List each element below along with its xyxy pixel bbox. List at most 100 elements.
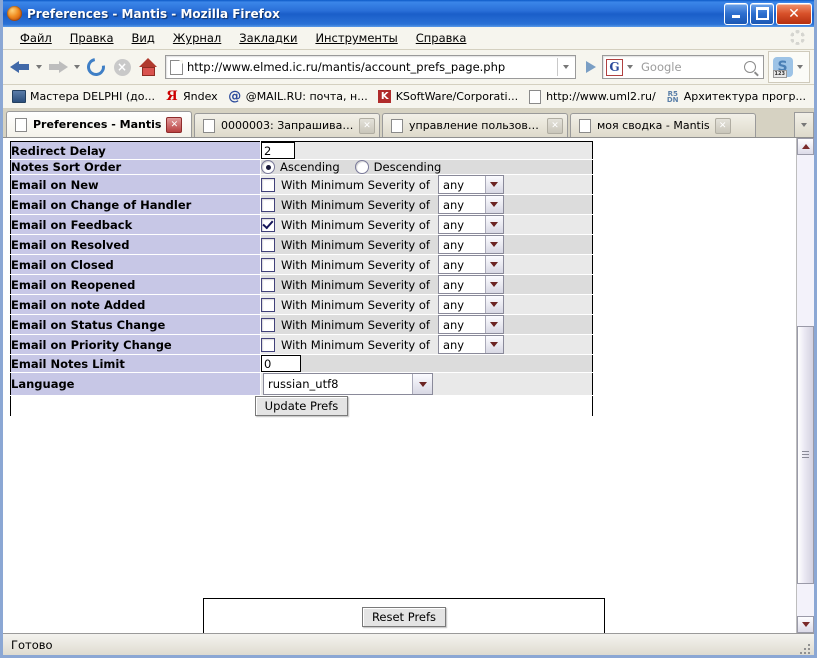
mail-icon: @ — [228, 89, 242, 104]
bookmark-item-ksoftware[interactable]: K KSoftWare/Corporati... — [373, 89, 523, 105]
search-engine-chevron-down-icon[interactable] — [627, 65, 633, 69]
menu-item-file[interactable]: Файл — [11, 29, 61, 47]
tab-label: моя сводка - Mantis — [597, 119, 710, 132]
severity-select-email-on-reopened[interactable]: any — [437, 275, 504, 294]
back-button[interactable] — [7, 54, 33, 80]
close-button[interactable]: ✕ — [776, 2, 812, 25]
address-bar-dropdown[interactable] — [557, 58, 573, 76]
checkbox-email-on-change-of-handler[interactable] — [261, 197, 275, 212]
severity-select-email-on-closed[interactable]: any — [437, 255, 504, 274]
severity-select-email-on-note-added[interactable]: any — [437, 295, 504, 314]
bookmark-item-rsdn[interactable]: R5 DN Архитектура прогр... — [661, 89, 811, 105]
tab-close-icon[interactable]: ✕ — [547, 117, 563, 134]
menu-bar: Файл Правка Вид Журнал Закладки Инструме… — [3, 27, 814, 50]
title-bar-left: Preferences - Mantis - Mozilla Firefox — [7, 6, 724, 21]
search-icon[interactable] — [744, 61, 756, 73]
menu-item-help[interactable]: Справка — [407, 29, 476, 47]
vertical-scrollbar[interactable] — [796, 138, 814, 633]
table-row: Email on Status Change With Minimum Seve… — [10, 314, 593, 335]
home-button[interactable] — [135, 54, 161, 80]
update-prefs-button[interactable]: Update Prefs — [254, 396, 349, 416]
bookmarks-overflow-button[interactable]: » — [811, 89, 814, 104]
checkbox-label: With Minimum Severity of — [281, 297, 430, 312]
menu-item-tools-label: Инструменты — [315, 31, 398, 45]
scroll-up-button[interactable] — [797, 138, 814, 155]
checkbox-email-on-note-added[interactable] — [261, 297, 275, 312]
bookmark-label: @MAIL.RU: почта, н... — [245, 90, 368, 103]
severity-value: any — [442, 217, 465, 232]
checkbox-email-on-feedback[interactable] — [261, 217, 275, 232]
table-row: Email on New With Minimum Severity of an… — [10, 174, 593, 195]
severity-select-email-on-status-change[interactable]: any — [437, 315, 504, 334]
checkbox-email-on-reopened[interactable] — [261, 277, 275, 292]
severity-select-email-on-resolved[interactable]: any — [437, 235, 504, 254]
bookmark-item-yandex[interactable]: Я Яndex — [160, 89, 223, 105]
menu-item-edit[interactable]: Правка — [61, 29, 123, 47]
tab-my-view-mantis[interactable]: моя сводка - Mantis ✕ — [570, 113, 756, 137]
row-value-email-on-resolved: With Minimum Severity of any — [260, 234, 593, 255]
checkbox-email-on-closed[interactable] — [261, 257, 275, 272]
scrollbar-thumb[interactable] — [797, 325, 814, 584]
document-icon — [14, 117, 28, 132]
menu-item-tools[interactable]: Инструменты — [306, 29, 406, 47]
table-row: Email on Closed With Minimum Severity of… — [10, 254, 593, 275]
row-label-email-on-priority-change: Email on Priority Change — [10, 334, 261, 355]
severity-select-email-on-priority-change[interactable]: any — [437, 335, 504, 354]
extension-chevron-down-icon[interactable] — [796, 65, 803, 69]
checkbox-email-on-new[interactable] — [261, 177, 275, 192]
bookmark-item-mailru[interactable]: @ @MAIL.RU: почта, н... — [223, 89, 373, 105]
forward-button[interactable] — [45, 54, 71, 80]
tab-list-button[interactable] — [794, 112, 814, 137]
bookmark-item-delphi[interactable]: Мастера DELPHI (до... — [7, 89, 160, 105]
extension-icon: S — [772, 57, 793, 78]
checkbox-email-on-priority-change[interactable] — [261, 337, 275, 352]
reset-prefs-button[interactable]: Reset Prefs — [361, 607, 447, 627]
address-bar[interactable]: http://www.elmed.ic.ru/mantis/account_pr… — [165, 55, 576, 79]
redirect-delay-input[interactable]: 2 — [261, 142, 295, 159]
go-button[interactable] — [580, 56, 602, 78]
account-preferences-table: Redirect Delay 2 Notes Sort Order Ascend… — [10, 141, 593, 417]
resize-grip-icon[interactable] — [800, 642, 812, 654]
forward-dropdown-chevron-down-icon[interactable] — [74, 65, 80, 69]
row-label-email-on-change-of-handler: Email on Change of Handler — [10, 194, 261, 215]
tab-issue-0000003[interactable]: 0000003: Запрашивать ст... ✕ — [194, 113, 380, 137]
tab-preferences-mantis[interactable]: Preferences - Mantis ✕ — [6, 111, 192, 137]
checkbox-email-on-status-change[interactable] — [261, 317, 275, 332]
row-label-email-on-reopened: Email on Reopened — [10, 274, 261, 295]
document-icon — [390, 118, 404, 133]
checkbox-email-on-resolved[interactable] — [261, 237, 275, 252]
scrollbar-track[interactable] — [797, 155, 814, 616]
maximize-button[interactable] — [750, 2, 774, 25]
tab-close-icon[interactable]: ✕ — [166, 116, 183, 133]
yandex-icon: Я — [166, 89, 178, 104]
severity-select-email-on-change-of-handler[interactable]: any — [437, 195, 504, 214]
search-bar[interactable]: G Google — [602, 55, 764, 79]
severity-select-email-on-new[interactable]: any — [437, 175, 504, 194]
severity-select-email-on-feedback[interactable]: any — [437, 215, 504, 234]
menu-item-bookmarks[interactable]: Закладки — [230, 29, 306, 47]
stop-button[interactable]: × — [109, 54, 135, 80]
back-dropdown-chevron-down-icon[interactable] — [36, 65, 42, 69]
email-notes-limit-input[interactable]: 0 — [261, 355, 301, 372]
tab-close-icon[interactable]: ✕ — [714, 117, 731, 134]
menu-item-history[interactable]: Журнал — [164, 29, 230, 47]
minimize-button[interactable] — [724, 2, 748, 25]
radio-ascending[interactable] — [261, 160, 275, 174]
home-icon — [138, 58, 158, 76]
bookmark-item-uml2[interactable]: http://www.uml2.ru/ — [523, 89, 661, 105]
close-icon: ✕ — [788, 5, 800, 22]
radio-descending[interactable] — [354, 160, 369, 174]
chevron-down-icon — [484, 196, 503, 213]
scroll-down-button[interactable] — [797, 616, 814, 633]
menu-item-view[interactable]: Вид — [123, 29, 164, 47]
tab-user-management[interactable]: управление пользовател... ✕ — [382, 113, 568, 137]
tab-close-icon[interactable]: ✕ — [359, 117, 375, 134]
search-input[interactable]: Google — [636, 60, 744, 74]
language-select[interactable]: russian_utf8 — [263, 373, 433, 395]
reload-button[interactable] — [83, 54, 109, 80]
arrow-left-icon — [10, 60, 30, 75]
status-bar: Готово — [3, 633, 814, 655]
extension-toolbar-button[interactable]: S — [768, 51, 810, 83]
menu-item-bookmarks-label: Закладки — [239, 31, 298, 45]
menu-item-edit-label: Правка — [69, 31, 114, 45]
